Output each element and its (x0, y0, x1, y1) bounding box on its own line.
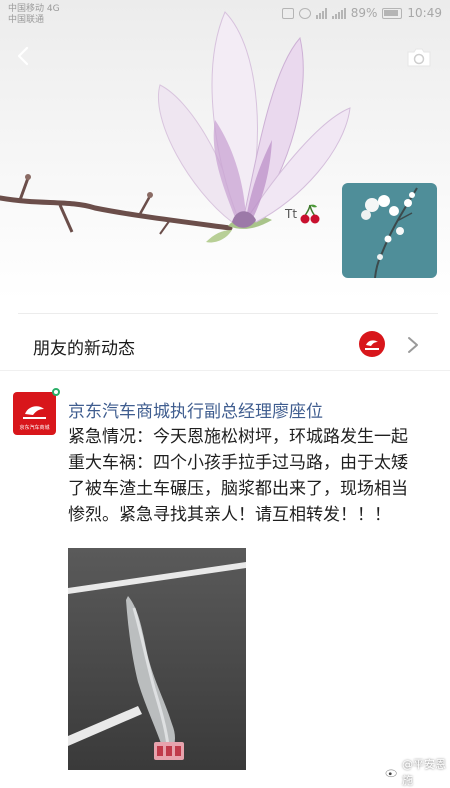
road-scene-image (68, 548, 246, 770)
clock: 10:49 (407, 6, 442, 20)
friends-updates-title: 朋友的新动态 (33, 339, 135, 359)
battery-percent: 89% (350, 6, 378, 20)
network-type: 4G (46, 4, 60, 14)
signature-tag-text: Tt (285, 207, 298, 221)
cell-signal-icon (331, 7, 346, 19)
white-blossom-image (361, 187, 418, 278)
battery-icon (382, 7, 403, 19)
post-text: 紧急情况：今天恩施松树坪，环城路发生一起重大车祸：四个小孩手拉手过马路，由于太矮… (68, 427, 408, 525)
status-bar: 中国移动 4G 中国联通 89% 10:49 (0, 0, 450, 34)
signature-tag: Tt (285, 203, 321, 225)
post-photo[interactable] (68, 548, 246, 770)
carrier-line-1: 中国移动 4G (8, 4, 60, 14)
avatar-caption: 京东汽车商城 (19, 425, 50, 431)
camera-icon[interactable] (406, 46, 432, 68)
alarm-icon (298, 7, 311, 19)
profile-avatar[interactable] (342, 183, 437, 278)
status-icons: 89% 10:49 (281, 6, 442, 20)
divider (0, 370, 450, 371)
notification-icon (281, 7, 294, 19)
cherry-icon (300, 204, 320, 224)
post-author-name[interactable]: 京东汽车商城执行副总经理廖座位 (68, 397, 323, 422)
wifi-signal-icon (315, 7, 327, 19)
divider (18, 313, 438, 314)
chevron-left-icon[interactable] (12, 44, 36, 68)
carrier-line-2: 中国联通 (8, 15, 45, 25)
status-dot (52, 388, 60, 396)
chevron-right-icon (408, 337, 418, 353)
jd-auto-logo-icon (365, 340, 379, 350)
carrier-info: 中国移动 4G 中国联通 (8, 4, 60, 26)
post-author-avatar[interactable]: 京东汽车商城 (13, 392, 56, 435)
watermark-text: @平安恩施 (401, 758, 446, 787)
weibo-icon (385, 768, 398, 778)
friend-avatar (359, 331, 385, 357)
watermark: @平安恩施 (385, 756, 450, 788)
friends-updates-row[interactable]: 朋友的新动态 (0, 322, 450, 370)
